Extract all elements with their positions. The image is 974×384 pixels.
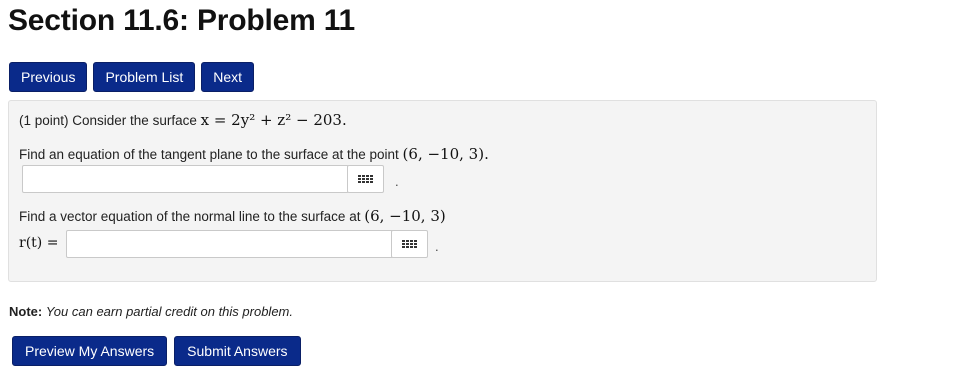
part2-period: . bbox=[435, 239, 439, 254]
part2-point: (6, −10, 3) bbox=[364, 207, 446, 225]
problem-nav: Previous Problem List Next bbox=[9, 62, 255, 92]
normal-line-answer-input[interactable] bbox=[66, 230, 394, 258]
problem-panel: (1 point) Consider the surface x = 2y² +… bbox=[8, 100, 877, 282]
grid-icon bbox=[358, 175, 373, 183]
grid-icon bbox=[402, 240, 417, 248]
part2-prompt: Find a vector equation of the normal lin… bbox=[19, 207, 446, 225]
normal-line-label: r(t) = bbox=[19, 235, 58, 251]
equation-editor-button-1[interactable] bbox=[347, 165, 384, 193]
problem-intro-text: (1 point) Consider the surface bbox=[19, 113, 197, 128]
next-button[interactable]: Next bbox=[201, 62, 255, 92]
part1-text: Find an equation of the tangent plane to… bbox=[19, 147, 399, 162]
tangent-plane-answer-input[interactable] bbox=[22, 165, 349, 193]
page-title: Section 11.6: Problem 11 bbox=[8, 4, 356, 37]
part1-point: (6, −10, 3). bbox=[402, 145, 489, 163]
partial-credit-note: Note: You can earn partial credit on thi… bbox=[9, 304, 293, 319]
part2-text: Find a vector equation of the normal lin… bbox=[19, 209, 361, 224]
problem-list-button[interactable]: Problem List bbox=[93, 62, 196, 92]
preview-answers-button[interactable]: Preview My Answers bbox=[12, 336, 168, 366]
rt-label: r(t) = bbox=[19, 235, 59, 251]
note-label: Note: bbox=[9, 304, 43, 319]
surface-equation: x = 2y² + z² − 203. bbox=[200, 111, 347, 129]
problem-intro: (1 point) Consider the surface x = 2y² +… bbox=[19, 111, 347, 129]
part1-prompt: Find an equation of the tangent plane to… bbox=[19, 145, 489, 163]
part1-period: . bbox=[395, 174, 399, 189]
submit-answers-button[interactable]: Submit Answers bbox=[174, 336, 301, 366]
submit-actions: Preview My Answers Submit Answers bbox=[12, 336, 301, 366]
previous-button[interactable]: Previous bbox=[9, 62, 88, 92]
note-text: You can earn partial credit on this prob… bbox=[45, 304, 293, 319]
equation-editor-button-2[interactable] bbox=[391, 230, 428, 258]
